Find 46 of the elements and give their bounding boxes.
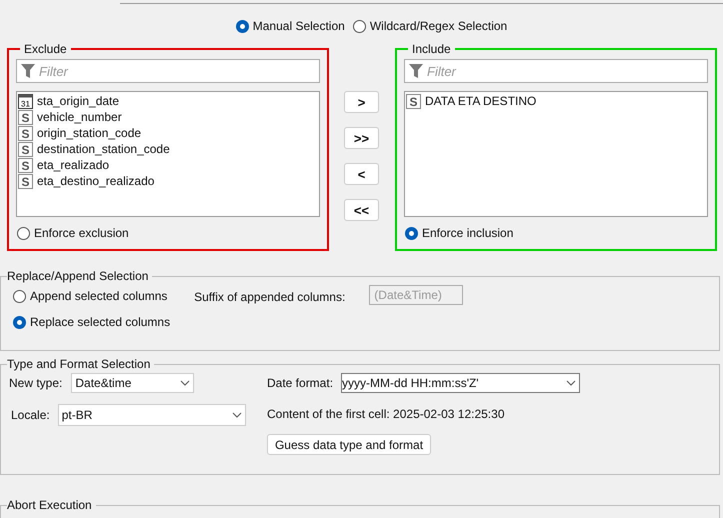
type-dropdown[interactable]: Date&time: [71, 373, 194, 393]
enforce-radio[interactable]: Enforce inclusion: [405, 224, 708, 242]
string-type-icon: S: [18, 142, 33, 156]
string-type-icon: S: [18, 110, 33, 124]
filter-icon: [408, 63, 424, 79]
guess-button[interactable]: Guess data type and format: [267, 434, 431, 455]
filter-field[interactable]: Filter: [404, 59, 708, 83]
column-mode-radio[interactable]: Replace selected columns: [13, 313, 170, 331]
move-button[interactable]: <: [344, 163, 379, 185]
column-item[interactable]: destination_station_code: [37, 140, 170, 158]
calendar-icon: 31: [18, 94, 33, 108]
filter-field[interactable]: Filter: [16, 59, 320, 83]
locale-dropdown[interactable]: pt-BR: [58, 404, 246, 426]
chevron-icon: [232, 412, 242, 418]
suffix-label: Suffix of appended columns:: [194, 289, 346, 306]
column-item[interactable]: origin_station_code: [37, 124, 142, 142]
panel-title: Exclude: [23, 41, 68, 58]
chevron-icon: [180, 380, 190, 386]
column-item[interactable]: DATA ETA DESTINO: [425, 92, 536, 110]
string-type-icon: S: [18, 158, 33, 172]
filter-icon: [20, 63, 36, 79]
column-item[interactable]: vehicle_number: [37, 108, 122, 126]
date-format-dropdown[interactable]: yyyy-MM-dd HH:mm:ss'Z': [341, 373, 580, 393]
chevron-icon: [566, 380, 576, 386]
move-button[interactable]: >>: [344, 127, 379, 149]
column-item[interactable]: sta_origin_date: [37, 92, 120, 110]
string-type-icon: S: [18, 174, 33, 188]
move-button[interactable]: <<: [344, 199, 379, 221]
date-format-label: Date format:: [267, 375, 334, 392]
string-type-icon: S: [18, 126, 33, 140]
column-mode-radio[interactable]: Append selected columns: [13, 287, 170, 305]
suffix-field[interactable]: (Date&Time): [369, 285, 464, 305]
move-button[interactable]: >: [344, 91, 379, 113]
column-item[interactable]: eta_realizado: [37, 156, 110, 174]
section-title: Replace/Append Selection: [7, 268, 150, 285]
section-title: Abort Execution: [7, 497, 93, 514]
locale-label: Locale:: [11, 407, 50, 424]
string-type-icon: S: [406, 94, 421, 108]
new-type-label: New type:: [9, 375, 62, 392]
enforce-radio[interactable]: Enforce exclusion: [17, 224, 320, 242]
column-item[interactable]: eta_destino_realizado: [37, 172, 154, 190]
first-cell-content: Content of the first cell: 2025-02-03 12:25:30: [267, 406, 506, 423]
panel-title: Include: [411, 41, 452, 58]
mode-radio[interactable]: Wildcard/Regex Selection: [352, 17, 508, 35]
section-title: Type and Format Selection: [7, 356, 152, 373]
mode-radio[interactable]: Manual Selection: [236, 17, 345, 35]
